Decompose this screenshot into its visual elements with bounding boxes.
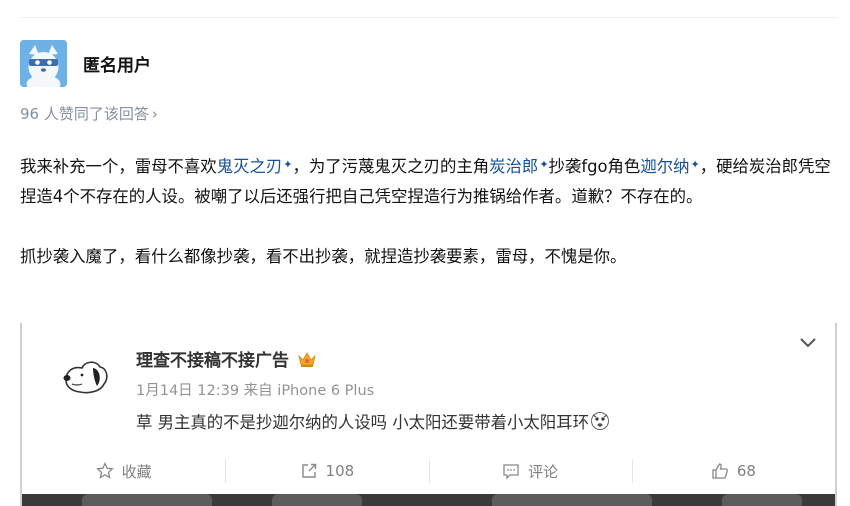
link-guimie[interactable]: 鬼灭之刃 bbox=[217, 157, 283, 176]
upvote-count-text: 96 人赞同了该回答 bbox=[20, 105, 149, 123]
answer-paragraph: 我来补充一个，雷母不喜欢鬼灭之刃✦，为了污蔑鬼灭之刃的主角炭治郎✦抄袭fgo角色… bbox=[20, 150, 836, 212]
snoopy-avatar-icon bbox=[62, 353, 110, 401]
post-username[interactable]: 理查不接稿不接广告 bbox=[136, 346, 317, 371]
post-username-text: 理查不接稿不接广告 bbox=[136, 351, 289, 371]
spark-icon: ✦ bbox=[690, 158, 700, 171]
chevron-right-icon: › bbox=[151, 104, 158, 123]
emoji-face-icon bbox=[590, 412, 609, 430]
post-text: 草 男主真的不是抄迦尔纳的人设吗 小太阳还要带着小太阳耳环 bbox=[136, 409, 610, 433]
top-divider bbox=[20, 17, 838, 18]
post-text-content: 草 男主真的不是抄迦尔纳的人设吗 小太阳还要带着小太阳耳环 bbox=[136, 413, 589, 432]
thumbs-up-icon bbox=[712, 463, 728, 479]
link-tanjiro[interactable]: 炭治郎 bbox=[489, 157, 538, 176]
chevron-down-icon[interactable] bbox=[799, 336, 817, 348]
answer-text: 我来补充一个，雷母不喜欢 bbox=[20, 157, 217, 176]
crown-badge-icon bbox=[298, 351, 316, 367]
embedded-screenshot: 理查不接稿不接广告 1月14日 12:39 来自 iPhone 6 Plus 草… bbox=[20, 323, 837, 506]
upvote-count-link[interactable]: 96 人赞同了该回答 › bbox=[20, 103, 158, 124]
author-name[interactable]: 匿名用户 bbox=[83, 51, 151, 76]
anonymous-avatar-icon[interactable] bbox=[20, 40, 67, 87]
repost-count: 108 bbox=[325, 462, 355, 480]
like-count: 68 bbox=[736, 462, 756, 480]
image-edge bbox=[22, 494, 835, 506]
favorite-label: 收藏 bbox=[121, 462, 152, 481]
answer-text: ，为了污蔑鬼灭之刃的主角 bbox=[292, 157, 490, 176]
favorite-button[interactable]: 收藏 bbox=[22, 456, 225, 486]
link-karna[interactable]: 迦尔纳 bbox=[640, 157, 689, 176]
comment-label: 评论 bbox=[528, 462, 559, 481]
like-button[interactable]: 68 bbox=[631, 456, 835, 486]
share-icon bbox=[301, 463, 316, 478]
post-action-bar: 收藏 108 评论 68 bbox=[22, 456, 835, 486]
answer-paragraph: 抓抄袭入魔了，看什么都像抄袭，看不出抄袭，就捏造抄袭要素，雷母，不愧是你。 bbox=[20, 247, 627, 266]
repost-button[interactable]: 108 bbox=[225, 456, 428, 486]
star-icon bbox=[95, 462, 114, 479]
comment-button[interactable]: 评论 bbox=[428, 456, 632, 486]
spark-icon: ✦ bbox=[539, 158, 549, 171]
answer-author: 匿名用户 bbox=[20, 40, 151, 87]
answer-content: 我来补充一个，雷母不喜欢鬼灭之刃✦，为了污蔑鬼灭之刃的主角炭治郎✦抄袭fgo角色… bbox=[20, 150, 836, 272]
post-meta: 1月14日 12:39 来自 iPhone 6 Plus bbox=[136, 383, 375, 399]
answer-text: 抄袭fgo角色 bbox=[548, 157, 641, 176]
comment-icon bbox=[503, 464, 519, 480]
